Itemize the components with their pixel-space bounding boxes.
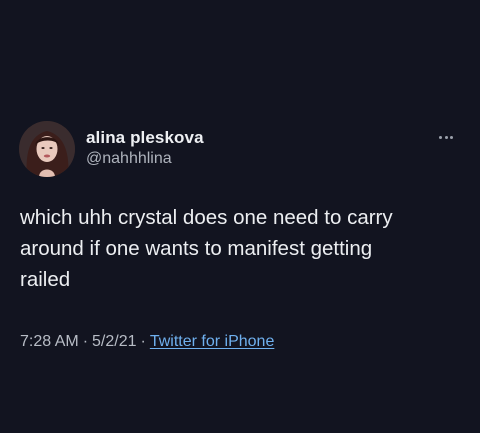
tweet-date[interactable]: 5/2/21 — [92, 333, 136, 350]
meta-separator: · — [82, 333, 89, 350]
display-name[interactable]: alina pleskova — [86, 128, 204, 148]
tweet-text: which uhh crystal does one need to carry… — [20, 206, 393, 291]
tweet-source-link[interactable]: Twitter for iPhone — [150, 333, 275, 350]
more-horizontal-icon-dot — [444, 135, 448, 139]
avatar-image — [19, 121, 75, 177]
more-horizontal-icon-dot — [449, 135, 453, 139]
more-options-button[interactable] — [432, 128, 460, 146]
tweet-meta: 7:28 AM · 5/2/21 · Twitter for iPhone — [20, 331, 274, 353]
avatar[interactable] — [19, 121, 75, 177]
more-horizontal-icon — [439, 135, 443, 139]
user-info: alina pleskova @nahhhlina — [86, 128, 204, 170]
tweet-time[interactable]: 7:28 AM — [20, 333, 79, 350]
tweet-card: alina pleskova @nahhhlina which uhh crys… — [0, 0, 480, 433]
user-handle[interactable]: @nahhhlina — [86, 148, 204, 170]
meta-separator: · — [140, 333, 146, 350]
